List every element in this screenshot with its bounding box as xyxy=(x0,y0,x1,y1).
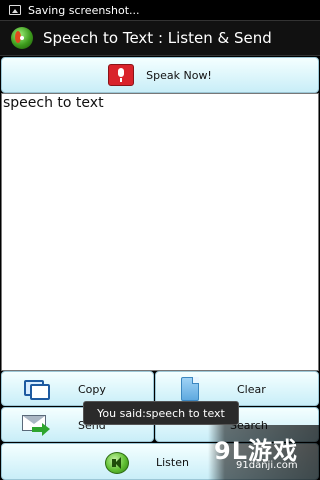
speak-now-label: Speak Now! xyxy=(146,68,212,82)
speaker-icon xyxy=(105,452,129,474)
copy-icon xyxy=(24,380,50,400)
microphone-icon xyxy=(108,64,135,86)
clear-label: Clear xyxy=(237,383,266,396)
toast-message: You said:speech to text xyxy=(83,401,239,425)
speak-now-button[interactable]: Speak Now! xyxy=(1,57,319,93)
title-bar: Speech to Text : Listen & Send xyxy=(0,20,320,56)
watermark: 9L游戏 91danji.com xyxy=(208,425,320,480)
watermark-url: 91danji.com xyxy=(236,460,298,471)
speech-text-area[interactable]: speech to text xyxy=(1,93,319,371)
image-icon xyxy=(9,5,21,15)
clear-icon xyxy=(181,377,199,401)
app-title: Speech to Text : Listen & Send xyxy=(43,29,272,47)
status-notification-text: Saving screenshot... xyxy=(28,3,140,17)
copy-label: Copy xyxy=(78,383,106,396)
status-bar: Saving screenshot... xyxy=(0,0,320,20)
app-icon xyxy=(11,27,33,49)
listen-label: Listen xyxy=(156,456,189,469)
send-icon xyxy=(22,415,50,437)
